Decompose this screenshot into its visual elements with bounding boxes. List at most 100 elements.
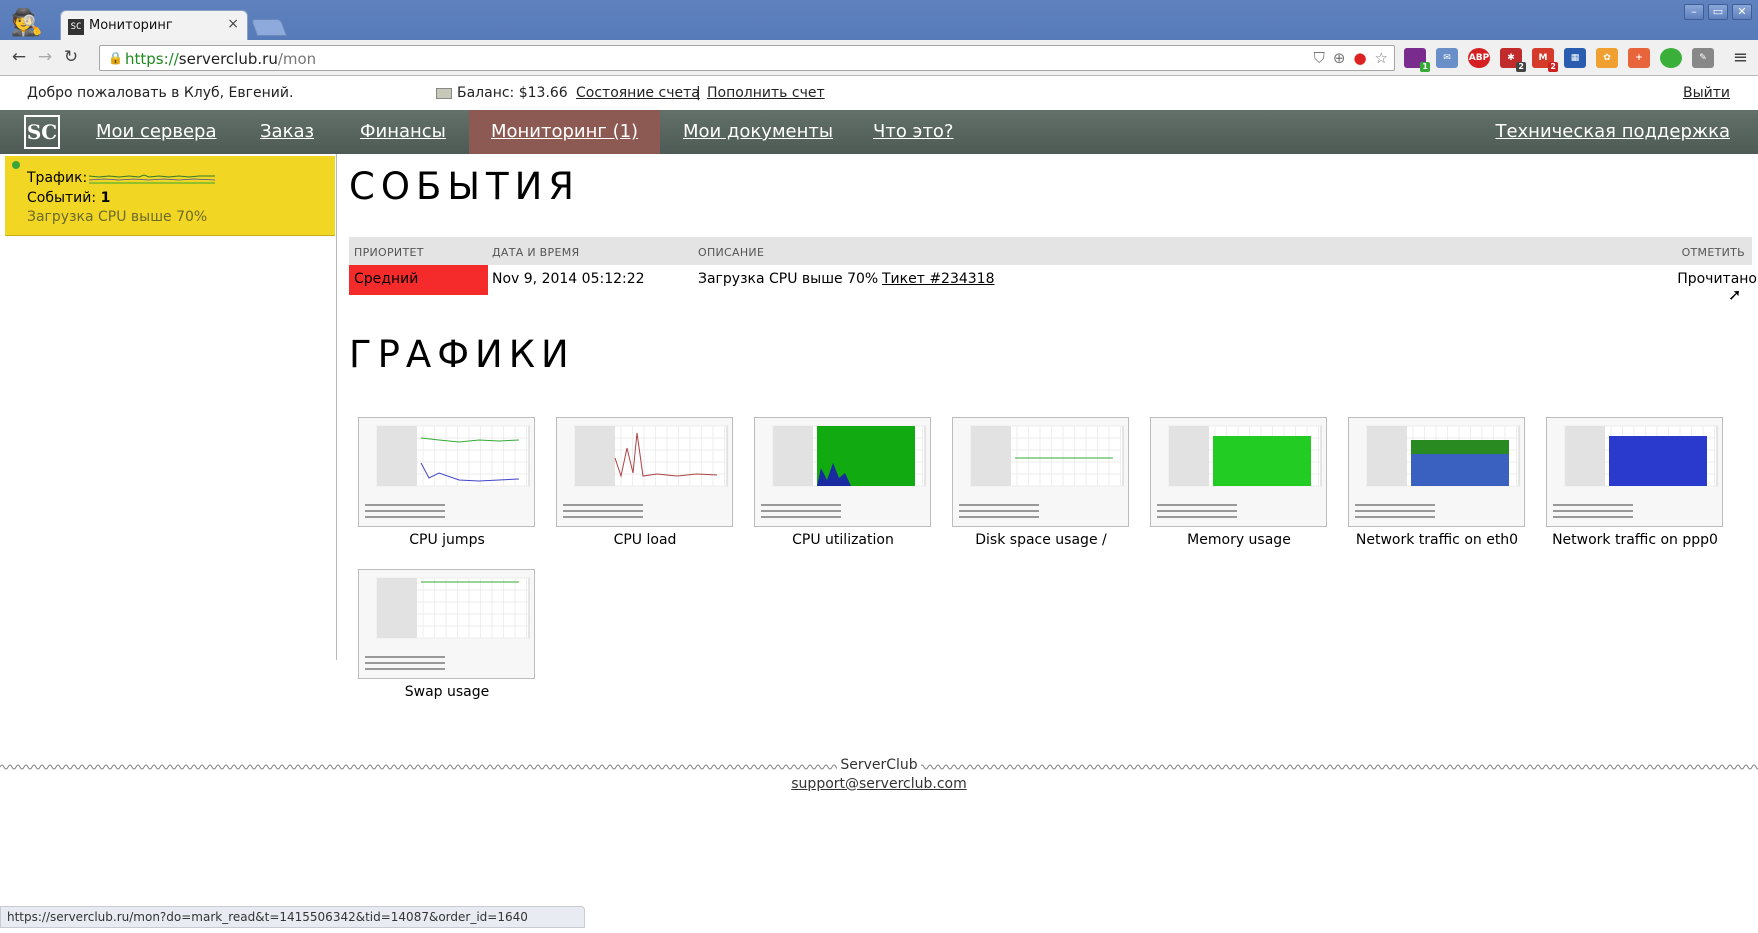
nav-my-servers[interactable]: Мои сервера (96, 110, 217, 154)
extension-icons: 1 ✉ ABP ✱ 2 M2 ▦ ✿ + ✎ (1404, 48, 1714, 72)
graph-thumbnail[interactable]: CPU load (556, 417, 734, 548)
graph-image[interactable] (1546, 417, 1723, 527)
footer-brand: ServerClub (0, 757, 1758, 773)
graph-label[interactable]: CPU load (556, 532, 734, 548)
cpu-alert-text: Загрузка CPU выше 70% (27, 209, 208, 225)
lock-icon: 🔒 (108, 51, 123, 65)
status-dot-icon (12, 161, 20, 169)
account-state-link[interactable]: Состояние счета (576, 85, 700, 101)
event-description: Загрузка CPU выше 70% (698, 271, 879, 287)
support-email-link[interactable]: support@serverclub.com (0, 776, 1758, 792)
graph-label[interactable]: CPU jumps (358, 532, 536, 548)
url-protocol: https:// (125, 50, 179, 68)
priority-badge: Средний (349, 265, 488, 295)
events-count-value: 1 (100, 190, 111, 206)
top-up-link[interactable]: Пополнить счет (707, 85, 825, 101)
graphs-heading: ГРАФИКИ (349, 333, 575, 376)
graph-thumbnail[interactable]: Memory usage (1150, 417, 1328, 548)
col-description: ОПИСАНИЕ (698, 246, 765, 259)
events-count: Событий: 1 (27, 190, 110, 206)
url-text[interactable]: https://serverclub.ru/mon (125, 50, 316, 68)
graph-label[interactable]: Swap usage (358, 684, 536, 700)
tool-extension-icon[interactable]: ✎ (1692, 48, 1714, 68)
traffic-label: Трафик: (27, 170, 88, 186)
browser-toolbar: ← → ↻ 🔒 https://serverclub.ru/mon ⛉ ⊕ ● … (0, 40, 1758, 76)
welcome-bar: Добро пожаловать в Клуб, Евгений. Баланс… (0, 77, 1758, 110)
events-label: Событий: (27, 190, 97, 206)
graph-thumbnail[interactable]: Swap usage (358, 569, 536, 700)
graph-label[interactable]: Memory usage (1150, 532, 1328, 548)
event-datetime: Nov 9, 2014 05:12:22 (492, 271, 645, 287)
nav-tech-support[interactable]: Техническая поддержка (1495, 110, 1730, 154)
close-window-icon[interactable]: ✕ (1732, 4, 1752, 20)
address-bar[interactable]: 🔒 https://serverclub.ru/mon ⛉ ⊕ ● ☆ (99, 45, 1395, 71)
evernote-icon[interactable] (1660, 48, 1682, 68)
mark-read-link[interactable]: Прочитано (1677, 271, 1757, 287)
table-row: Средний Nov 9, 2014 05:12:22 Загрузка CP… (349, 265, 1757, 295)
ticket-link[interactable]: Тикет #234318 (882, 271, 995, 287)
separator: | (696, 85, 701, 101)
forward-icon[interactable]: → (34, 46, 56, 68)
nav-monitoring[interactable]: Мониторинг (1) (469, 110, 661, 154)
graph-image[interactable] (358, 569, 535, 679)
col-mark: ОТМЕТИТЬ (1681, 246, 1745, 259)
graph-label[interactable]: Network traffic on eth0 (1348, 532, 1526, 548)
graph-thumbnail[interactable]: Network traffic on ppp0 (1546, 417, 1724, 548)
graph-label[interactable]: Network traffic on ppp0 (1546, 532, 1724, 548)
favicon-icon: SC (68, 19, 84, 35)
back-icon[interactable]: ← (8, 46, 30, 68)
bookmark-star-icon[interactable]: ☆ (1375, 49, 1388, 67)
pinwheel-icon[interactable]: ✿ (1596, 48, 1618, 68)
extension-badge: 2 (1548, 62, 1558, 72)
graph-image[interactable] (358, 417, 535, 527)
graph-image[interactable] (754, 417, 931, 527)
sheets-icon[interactable]: ▦ (1564, 48, 1586, 68)
nav-what-is-this[interactable]: Что это? (873, 110, 954, 154)
browser-tab[interactable]: SC Мониторинг × (60, 10, 248, 40)
browser-menu-icon[interactable]: ≡ (1733, 47, 1748, 68)
minimize-icon[interactable]: – (1684, 4, 1704, 20)
reload-icon[interactable]: ↻ (60, 46, 82, 68)
mail-extension-icon[interactable]: ✉ (1436, 48, 1458, 68)
zoom-icon[interactable]: ⊕ (1333, 49, 1346, 67)
profile-avatar-icon[interactable]: 🕵 (10, 6, 44, 40)
graph-thumbnail[interactable]: CPU utilization (754, 417, 932, 548)
graph-thumbnail[interactable]: Network traffic on eth0 (1348, 417, 1526, 548)
logout-link[interactable]: Выйти (1683, 85, 1730, 101)
graph-label[interactable]: Disk space usage / (952, 532, 1130, 548)
maximize-icon[interactable]: ▭ (1708, 4, 1728, 20)
serverclub-logo[interactable]: SC (24, 115, 60, 149)
nav-finances[interactable]: Финансы (360, 110, 446, 154)
col-priority: ПРИОРИТЕТ (354, 246, 424, 259)
calendar-extension-icon[interactable]: 1 (1404, 48, 1430, 72)
nav-order[interactable]: Заказ (260, 110, 314, 154)
plus-extension-icon[interactable]: + (1628, 48, 1650, 68)
col-datetime: ДАТА И ВРЕМЯ (492, 246, 580, 259)
graph-image[interactable] (1150, 417, 1327, 527)
main-navigation: SC Мои сервера Заказ Финансы Мониторинг … (0, 110, 1758, 154)
nav-my-documents[interactable]: Мои документы (683, 110, 833, 154)
events-table-header: ПРИОРИТЕТ ДАТА И ВРЕМЯ ОПИСАНИЕ ОТМЕТИТЬ (349, 237, 1752, 265)
adblock-icon[interactable]: ABP (1468, 48, 1490, 68)
graph-image[interactable] (1348, 417, 1525, 527)
server-card[interactable]: Трафик: Событий: 1 Загрузка CPU выше 70% (5, 156, 335, 236)
shield-icon[interactable]: ⛉ (1314, 49, 1325, 67)
page-content: Добро пожаловать в Клуб, Евгений. Баланс… (0, 77, 1758, 909)
tab-close-icon[interactable]: × (227, 16, 239, 32)
omnibox-actions: ⛉ ⊕ ● ☆ (1314, 49, 1388, 67)
gmail-icon[interactable]: M2 (1532, 48, 1558, 72)
graph-image[interactable] (952, 417, 1129, 527)
url-path: /mon (277, 50, 317, 68)
graph-thumbnail[interactable]: Disk space usage / (952, 417, 1130, 548)
graph-thumbnail[interactable]: CPU jumps (358, 417, 536, 548)
extension-face-icon[interactable]: ● (1353, 49, 1366, 67)
new-tab-button[interactable] (250, 19, 288, 36)
window-controls: – ▭ ✕ (1684, 4, 1752, 20)
traffic-sparkline (89, 174, 215, 184)
tab-title: Мониторинг (89, 18, 173, 33)
graph-label[interactable]: CPU utilization (754, 532, 932, 548)
welcome-text: Добро пожаловать в Клуб, Евгений. (27, 85, 294, 101)
balance-text: Баланс: $13.66 (457, 85, 568, 101)
graph-image[interactable] (556, 417, 733, 527)
flower-extension-icon[interactable]: ✱ 2 (1500, 48, 1526, 72)
